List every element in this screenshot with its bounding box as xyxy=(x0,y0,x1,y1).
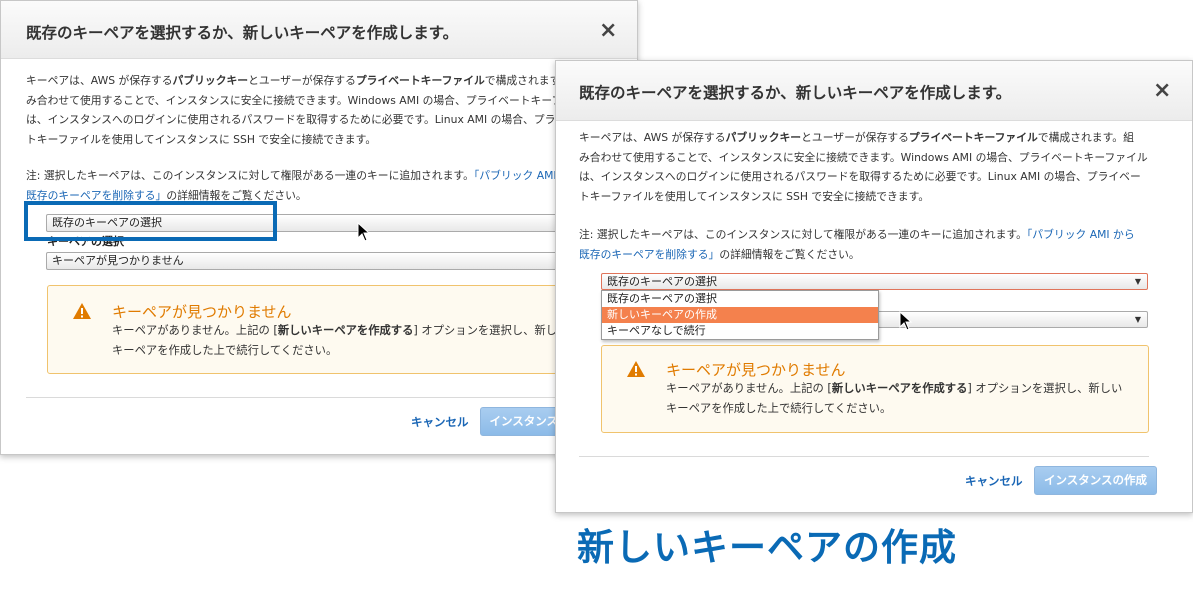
close-icon[interactable]: × xyxy=(599,18,617,43)
keypair-name-value: キーペアが見つかりません xyxy=(52,254,184,267)
footer-divider xyxy=(26,397,637,398)
dialog-header: 既存のキーペアを選択するか、新しいキーペアを作成します。 × xyxy=(1,1,637,59)
intro-text: キーペアは、AWS が保存するパブリックキーとユーザーが保存するプライベートキー… xyxy=(579,131,1148,203)
cursor-icon xyxy=(899,311,913,331)
warning-box: キーペアが見つかりません キーペアがありません。上記の [新しいキーペアを作成す… xyxy=(47,285,637,374)
option-new-keypair[interactable]: 新しいキーペアの作成 xyxy=(602,307,878,323)
delete-keypair-link[interactable]: 既存のキーペアを削除する」 xyxy=(579,248,719,261)
warning-icon xyxy=(73,303,91,319)
warning-title: キーペアが見つかりません xyxy=(112,303,292,321)
keypair-name-select[interactable]: キーペアが見つかりません xyxy=(46,252,637,270)
footer-divider xyxy=(579,456,1149,457)
keypair-mode-select[interactable]: 既存のキーペアの選択 ▼ xyxy=(601,273,1148,290)
option-existing-keypair[interactable]: 既存のキーペアの選択 xyxy=(602,291,878,307)
warning-box: キーペアが見つかりません キーペアがありません。上記の [新しいキーペアを作成す… xyxy=(601,345,1149,433)
caption-title: 新しいキーペアの作成 xyxy=(577,526,957,569)
note-text: 注: 選択したキーペアは、このインスタンスに対して権限がある一連のキーに追加され… xyxy=(26,169,582,202)
warning-text: キーペアがありません。上記の [新しいキーペアを作成する] オプションを選択し、… xyxy=(112,324,569,357)
warning-icon xyxy=(627,361,645,377)
warning-text: キーペアがありません。上記の [新しいキーペアを作成する] オプションを選択し、… xyxy=(666,382,1123,415)
intro-text: キーペアは、AWS が保存するパブリックキーとユーザーが保存するプライベートキー… xyxy=(26,74,595,146)
cancel-button[interactable]: キャンセル xyxy=(411,414,469,430)
public-ami-link[interactable]: 「パブリック AMI から xyxy=(1027,228,1135,241)
delete-keypair-link[interactable]: 既存のキーペアを削除する」 xyxy=(26,189,166,202)
cursor-icon xyxy=(357,222,371,242)
dialog-header: 既存のキーペアを選択するか、新しいキーペアを作成します。 × xyxy=(556,61,1192,121)
chevron-down-icon: ▼ xyxy=(1134,277,1141,286)
close-icon[interactable]: × xyxy=(1153,78,1171,103)
keypair-mode-value: 既存のキーペアの選択 xyxy=(607,275,717,288)
chevron-down-icon: ▼ xyxy=(1134,315,1141,324)
keypair-mode-dropdown: 既存のキーペアの選択 新しいキーペアの作成 キーペアなしで続行 xyxy=(601,290,879,340)
highlight-box xyxy=(24,201,277,241)
note-text: 注: 選択したキーペアは、このインスタンスに対して権限がある一連のキーに追加され… xyxy=(579,228,1135,261)
dialog-title: 既存のキーペアを選択するか、新しいキーペアを作成します。 xyxy=(579,84,1012,102)
dialog-title: 既存のキーペアを選択するか、新しいキーペアを作成します。 xyxy=(26,24,459,42)
cancel-button[interactable]: キャンセル xyxy=(965,473,1023,489)
launch-instance-button[interactable]: インスタンスの作成 xyxy=(1034,466,1157,495)
keypair-dialog-front: 既存のキーペアを選択するか、新しいキーペアを作成します。 × キーペアは、AWS… xyxy=(555,60,1193,513)
option-no-keypair[interactable]: キーペアなしで続行 xyxy=(602,323,878,339)
warning-title: キーペアが見つかりません xyxy=(666,361,846,379)
